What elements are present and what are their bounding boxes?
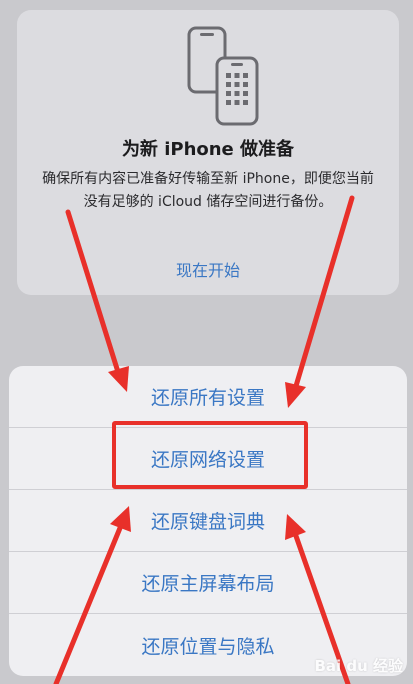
reset-all-settings-button[interactable]: 还原所有设置 xyxy=(9,366,407,428)
card-description: 确保所有内容已准备好传输至新 iPhone，即便您当前没有足够的 iCloud … xyxy=(42,171,374,210)
reset-keyboard-dictionary-button[interactable]: 还原键盘词典 xyxy=(9,490,407,552)
phone-transfer-icon xyxy=(187,26,259,126)
prepare-new-iphone-card: 为新 iPhone 做准备 确保所有内容已准备好传输至新 iPhone，即便您当… xyxy=(17,10,399,295)
reset-home-screen-layout-button[interactable]: 还原主屏幕布局 xyxy=(9,552,407,614)
reset-action-sheet: 还原所有设置 还原网络设置 还原键盘词典 还原主屏幕布局 还原位置与隐私 xyxy=(9,366,407,676)
highlight-box xyxy=(112,421,308,489)
watermark: Bai du 经验 xyxy=(314,657,403,675)
start-now-button[interactable]: 现在开始 xyxy=(17,257,399,281)
card-title: 为新 iPhone 做准备 xyxy=(121,139,295,160)
